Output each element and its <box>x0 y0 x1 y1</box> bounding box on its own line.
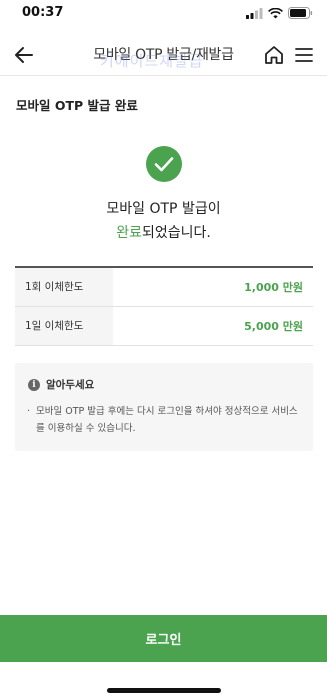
notice-header: i 알아두세요 <box>28 377 94 392</box>
signal-icon <box>246 7 263 19</box>
limit-label: 1일 이체한도 <box>15 307 113 345</box>
info-icon: i <box>28 378 40 391</box>
notice-text: 모바일 OTP 발급 후에는 다시 로그인을 하셔야 정상적으로 서비스를 이용… <box>36 406 298 434</box>
menu-button[interactable] <box>294 45 314 65</box>
notice-box: i 알아두세요 · 모바일 OTP 발급 후에는 다시 로그인을 하셔야 정상적… <box>15 363 313 451</box>
wifi-icon <box>268 7 283 18</box>
transfer-limit-table: 1회 이체한도 1,000 만원 1일 이체한도 5,000 만원 <box>15 266 313 346</box>
completion-message-line2: 완료되었습니다. <box>0 222 327 242</box>
home-indicator <box>107 688 221 693</box>
status-icons <box>246 7 313 19</box>
checkmark-icon <box>154 157 174 172</box>
status-time: 00:37 <box>22 5 64 20</box>
limit-value: 5,000 만원 <box>244 320 303 333</box>
check-circle-icon <box>146 146 182 182</box>
hamburger-menu-icon <box>295 48 313 62</box>
section-title: 모바일 OTP 발급 완료 <box>16 98 138 113</box>
limit-value: 1,000 만원 <box>244 281 303 294</box>
login-button[interactable]: 로그인 <box>0 615 327 662</box>
app-header: 모바일 OTP 발급/재발급 키에이드재발급 <box>0 34 327 76</box>
battery-icon <box>288 7 313 19</box>
notice-title: 알아두세요 <box>46 379 95 391</box>
notice-bullet: · <box>27 406 31 417</box>
completion-message-line1: 모바일 OTP 발급이 <box>106 201 221 217</box>
home-icon <box>265 46 283 64</box>
completion-highlight: 완료 <box>116 225 142 241</box>
home-button[interactable] <box>263 44 285 66</box>
limit-label: 1회 이체한도 <box>15 268 113 306</box>
status-bar: 00:37 <box>0 0 327 28</box>
table-row: 1회 이체한도 1,000 만원 <box>15 268 313 307</box>
notice-body: · 모바일 OTP 발급 후에는 다시 로그인을 하셔야 정상적으로 서비스를 … <box>27 403 299 437</box>
watermark: 키에이드재발급 <box>100 52 204 70</box>
table-row: 1일 이체한도 5,000 만원 <box>15 307 313 346</box>
completion-message-rest: 되었습니다. <box>141 225 211 241</box>
